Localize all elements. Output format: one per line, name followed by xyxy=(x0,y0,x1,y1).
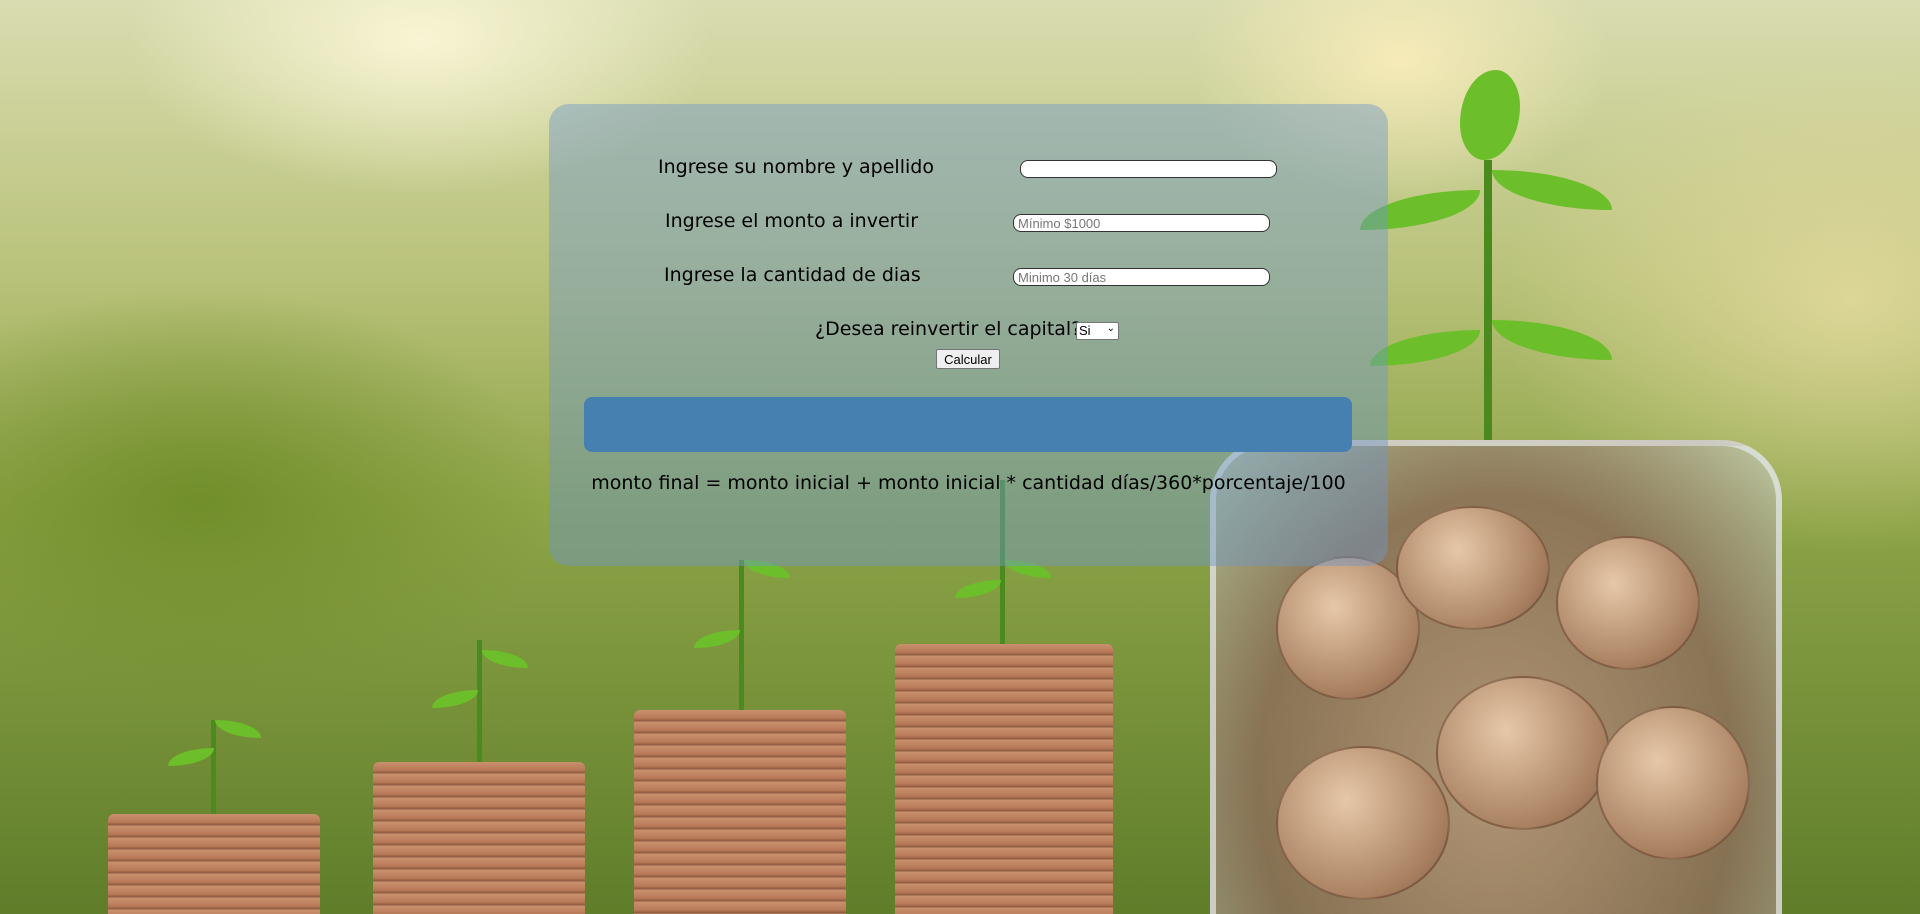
amount-input[interactable] xyxy=(1013,214,1270,232)
formula-text: monto final = monto inicial + monto inic… xyxy=(591,472,1346,494)
coin-stack-3 xyxy=(634,710,846,914)
calculator-panel: Ingrese su nombre y apellido Ingrese el … xyxy=(549,104,1388,566)
reinvest-selected-value: Si xyxy=(1079,323,1091,338)
plant-leaf xyxy=(1492,320,1612,360)
reinvest-select[interactable]: Si ⌄ xyxy=(1076,322,1119,340)
name-input[interactable] xyxy=(1020,160,1277,178)
chevron-down-icon: ⌄ xyxy=(1106,323,1115,334)
result-box xyxy=(584,397,1352,452)
coin xyxy=(1276,746,1450,900)
plant-stem xyxy=(739,560,744,710)
coin xyxy=(1396,506,1550,630)
coin-stack-2 xyxy=(373,762,585,914)
plant-stem xyxy=(477,640,482,762)
plant-leaf xyxy=(168,748,214,766)
reinvest-question: ¿Desea reinvertir el capital? xyxy=(815,318,1082,340)
plant-leaf xyxy=(432,690,478,708)
plant-stem xyxy=(211,720,216,814)
coin xyxy=(1556,536,1700,670)
amount-label: Ingrese el monto a invertir xyxy=(665,210,919,232)
investment-form: Ingrese su nombre y apellido Ingrese el … xyxy=(549,104,1388,566)
plant-leaf xyxy=(482,650,528,668)
plant-leaf xyxy=(955,580,1001,598)
plant-leaf xyxy=(215,720,261,738)
coin-stack-4 xyxy=(895,644,1113,914)
calculate-button[interactable]: Calcular xyxy=(936,349,1000,369)
coin xyxy=(1596,706,1750,860)
coin xyxy=(1436,676,1610,830)
days-label: Ingrese la cantidad de dias xyxy=(664,264,921,286)
plant-leaf xyxy=(1460,70,1520,160)
plant-stem xyxy=(1484,160,1492,440)
coin-stack-1 xyxy=(108,814,320,914)
name-label: Ingrese su nombre y apellido xyxy=(658,156,934,178)
plant-leaf xyxy=(1492,170,1612,210)
plant-leaf xyxy=(694,630,740,648)
days-input[interactable] xyxy=(1013,268,1270,286)
